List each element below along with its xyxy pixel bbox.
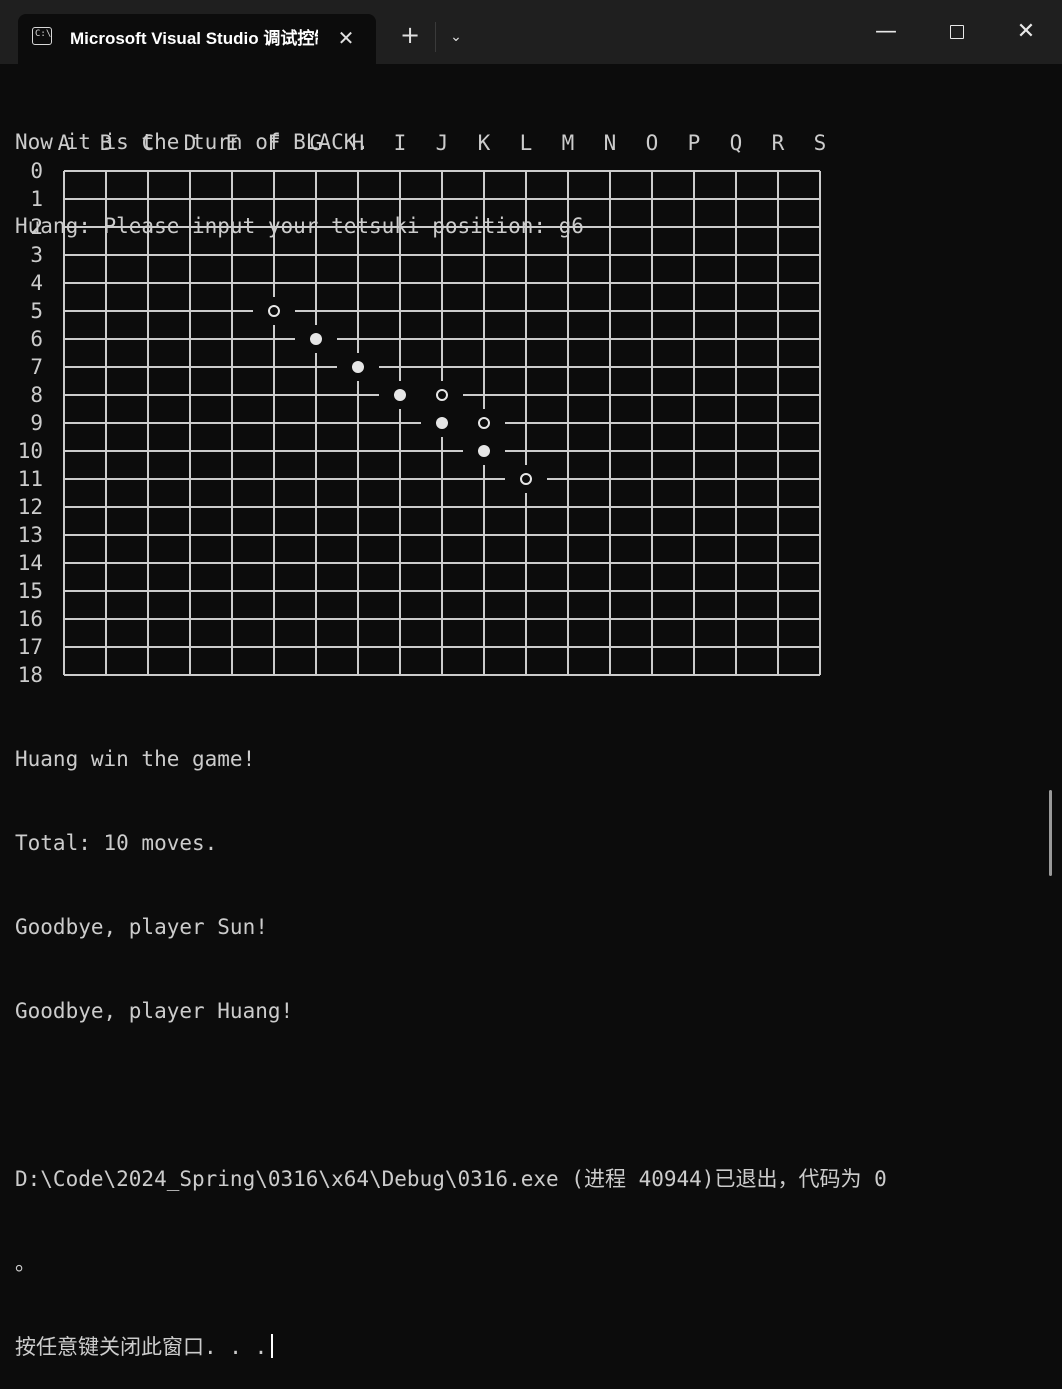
console-line: 。 <box>15 1251 36 1275</box>
white-stone <box>478 417 490 429</box>
console-line: 按任意键关闭此窗口. . . <box>15 1335 268 1359</box>
row-label: 5 <box>30 299 43 323</box>
console-line: D:\Code\2024_Spring\0316\x64\Debug\0316.… <box>15 1167 887 1191</box>
new-tab-button[interactable]: + <box>396 22 424 50</box>
white-stone <box>268 305 280 317</box>
row-label: 6 <box>30 327 43 351</box>
chevron-down-icon[interactable]: ⌄ <box>442 22 470 50</box>
console-line: Goodbye, player Sun! <box>15 915 268 939</box>
close-tab-icon[interactable]: ✕ <box>334 27 358 51</box>
console-line: Goodbye, player Huang! <box>15 999 294 1023</box>
row-label: 16 <box>18 607 43 631</box>
black-stone <box>436 417 448 429</box>
row-label: 10 <box>18 439 43 463</box>
black-stone <box>478 445 490 457</box>
console-line: Huang: Please input your tetsuki positio… <box>15 214 584 238</box>
white-stone <box>520 473 532 485</box>
row-label: 17 <box>18 635 43 659</box>
row-label: 18 <box>18 663 43 687</box>
terminal-tab[interactable]: C:\ Microsoft Visual Studio 调试控制台 ✕ <box>18 14 376 64</box>
row-label: 15 <box>18 579 43 603</box>
console-output[interactable]: Now it is the turn of BLACK. Huang: Plea… <box>15 72 1045 268</box>
row-label: 14 <box>18 551 43 575</box>
row-label: 7 <box>30 355 43 379</box>
console-line: Now it is the turn of BLACK. <box>15 130 370 154</box>
row-label: 13 <box>18 523 43 547</box>
tab-separator <box>435 22 436 52</box>
console-output-footer[interactable]: Huang win the game! Total: 10 moves. Goo… <box>15 689 1045 1389</box>
black-stone <box>310 333 322 345</box>
row-label: 8 <box>30 383 43 407</box>
tab-title: Microsoft Visual Studio 调试控制台 <box>70 29 318 48</box>
console-line: Huang win the game! <box>15 747 256 771</box>
text-cursor <box>271 1334 274 1358</box>
white-stone <box>436 389 448 401</box>
title-bar: C:\ Microsoft Visual Studio 调试控制台 ✕ + ⌄ … <box>0 0 1062 64</box>
black-stone <box>394 389 406 401</box>
minimize-button[interactable]: — <box>866 14 906 50</box>
console-prompt-line: 按任意键关闭此窗口. . . <box>15 1333 1045 1361</box>
row-label: 11 <box>18 467 43 491</box>
scrollbar[interactable] <box>1049 790 1052 876</box>
console-line: Total: 10 moves. <box>15 831 218 855</box>
maximize-button[interactable] <box>937 14 977 50</box>
row-label: 12 <box>18 495 43 519</box>
row-label: 4 <box>30 271 43 295</box>
close-window-button[interactable]: ✕ <box>1006 14 1046 50</box>
maximize-icon <box>950 25 964 39</box>
terminal-icon: C:\ <box>32 27 52 45</box>
row-label: 9 <box>30 411 43 435</box>
black-stone <box>352 361 364 373</box>
